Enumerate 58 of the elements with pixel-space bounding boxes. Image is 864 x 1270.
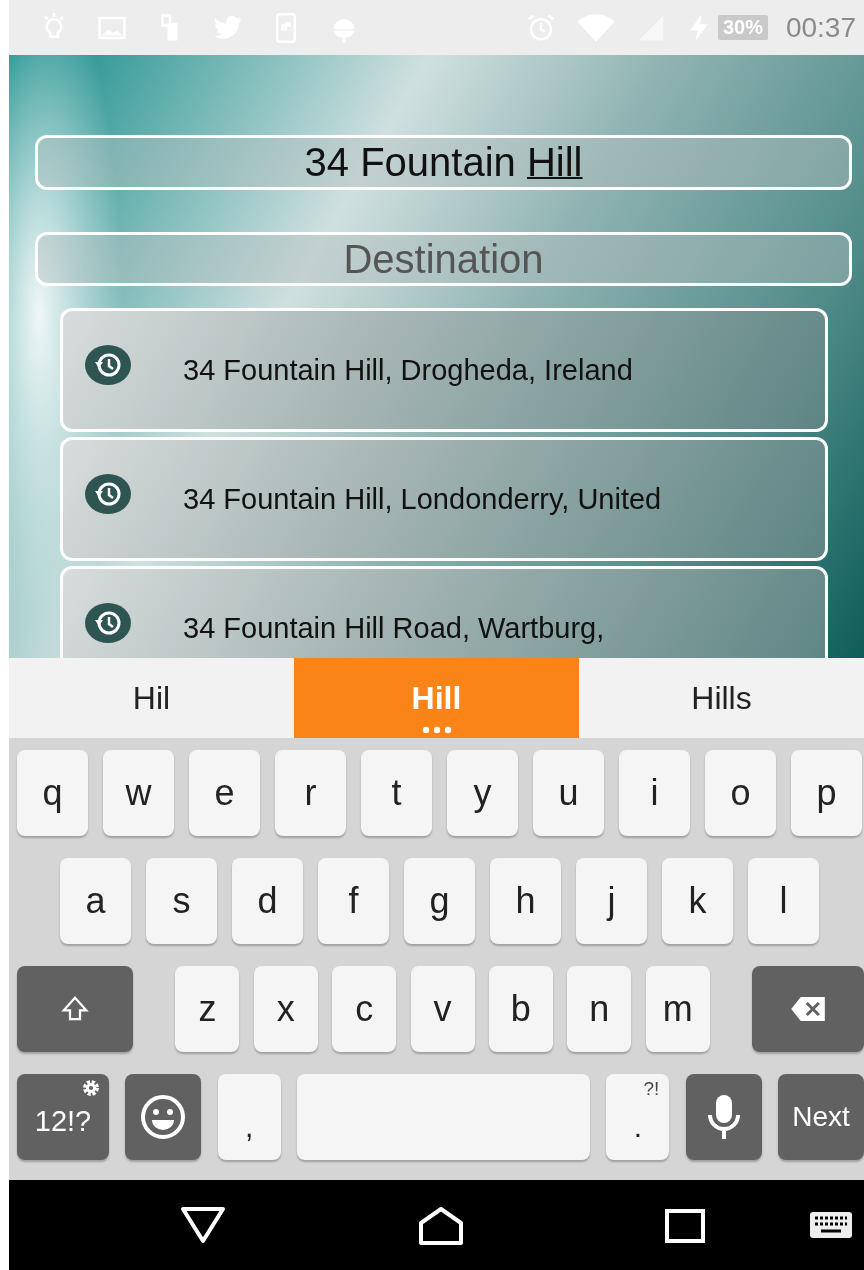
key-label: ,: [245, 1110, 254, 1144]
key[interactable]: l: [748, 858, 819, 944]
key-label: .: [633, 1110, 642, 1144]
key-hint: ?!: [643, 1078, 660, 1100]
key[interactable]: c: [332, 966, 397, 1052]
clock-time: 00:37: [785, 11, 856, 44]
key[interactable]: m: [645, 966, 710, 1052]
smiley-icon: [139, 1093, 188, 1141]
key[interactable]: o: [705, 750, 776, 836]
suggestion[interactable]: Hil: [9, 658, 294, 738]
destination-field[interactable]: Destination: [35, 232, 852, 286]
key[interactable]: e: [189, 750, 260, 836]
history-icon: [85, 603, 131, 643]
key[interactable]: f: [318, 858, 389, 944]
voice-key[interactable]: [685, 1074, 762, 1160]
key[interactable]: p: [791, 750, 862, 836]
key[interactable]: t: [361, 750, 432, 836]
key[interactable]: n: [567, 966, 632, 1052]
key[interactable]: ?! .: [606, 1074, 670, 1160]
symbols-key[interactable]: 12!?: [17, 1074, 109, 1160]
key[interactable]: g: [404, 858, 475, 944]
next-key[interactable]: Next: [777, 1074, 864, 1160]
history-icon: [85, 345, 131, 385]
result-item[interactable]: 34 Fountain Hill Road, Wartburg,: [60, 566, 828, 658]
result-address: 34 Fountain Hill, Londonderry, United: [183, 482, 662, 516]
origin-field[interactable]: 34 Fountain Hill: [35, 135, 852, 190]
backspace-icon: [790, 994, 826, 1024]
key[interactable]: z: [175, 966, 240, 1052]
shift-key[interactable]: [17, 966, 133, 1052]
emoji-key[interactable]: [125, 1074, 202, 1160]
key[interactable]: a: [60, 858, 131, 944]
key[interactable]: ,: [217, 1074, 281, 1160]
home-icon[interactable]: [417, 1205, 465, 1245]
key[interactable]: w: [103, 750, 174, 836]
key[interactable]: d: [232, 858, 303, 944]
key[interactable]: x: [253, 966, 318, 1052]
result-address: 34 Fountain Hill, Drogheda, Ireland: [183, 353, 633, 387]
result-item[interactable]: 34 Fountain Hill, Londonderry, United: [60, 437, 828, 561]
key[interactable]: u: [533, 750, 604, 836]
suggestion[interactable]: Hills: [579, 658, 864, 738]
history-icon: [85, 474, 131, 514]
key[interactable]: y: [447, 750, 518, 836]
back-icon[interactable]: [179, 1205, 227, 1245]
result-item[interactable]: 34 Fountain Hill, Drogheda, Ireland: [60, 308, 828, 432]
key[interactable]: r: [275, 750, 346, 836]
key[interactable]: b: [488, 966, 553, 1052]
key[interactable]: v: [410, 966, 475, 1052]
key[interactable]: q: [17, 750, 88, 836]
key[interactable]: h: [490, 858, 561, 944]
key[interactable]: s: [146, 858, 217, 944]
more-icon: [421, 726, 452, 734]
key[interactable]: k: [662, 858, 733, 944]
settings-icon: [81, 1078, 101, 1098]
keyboard-icon[interactable]: [809, 1211, 853, 1239]
key[interactable]: i: [619, 750, 690, 836]
result-address: 34 Fountain Hill Road, Wartburg,: [183, 611, 605, 645]
key[interactable]: j: [576, 858, 647, 944]
backspace-key[interactable]: [752, 966, 864, 1052]
